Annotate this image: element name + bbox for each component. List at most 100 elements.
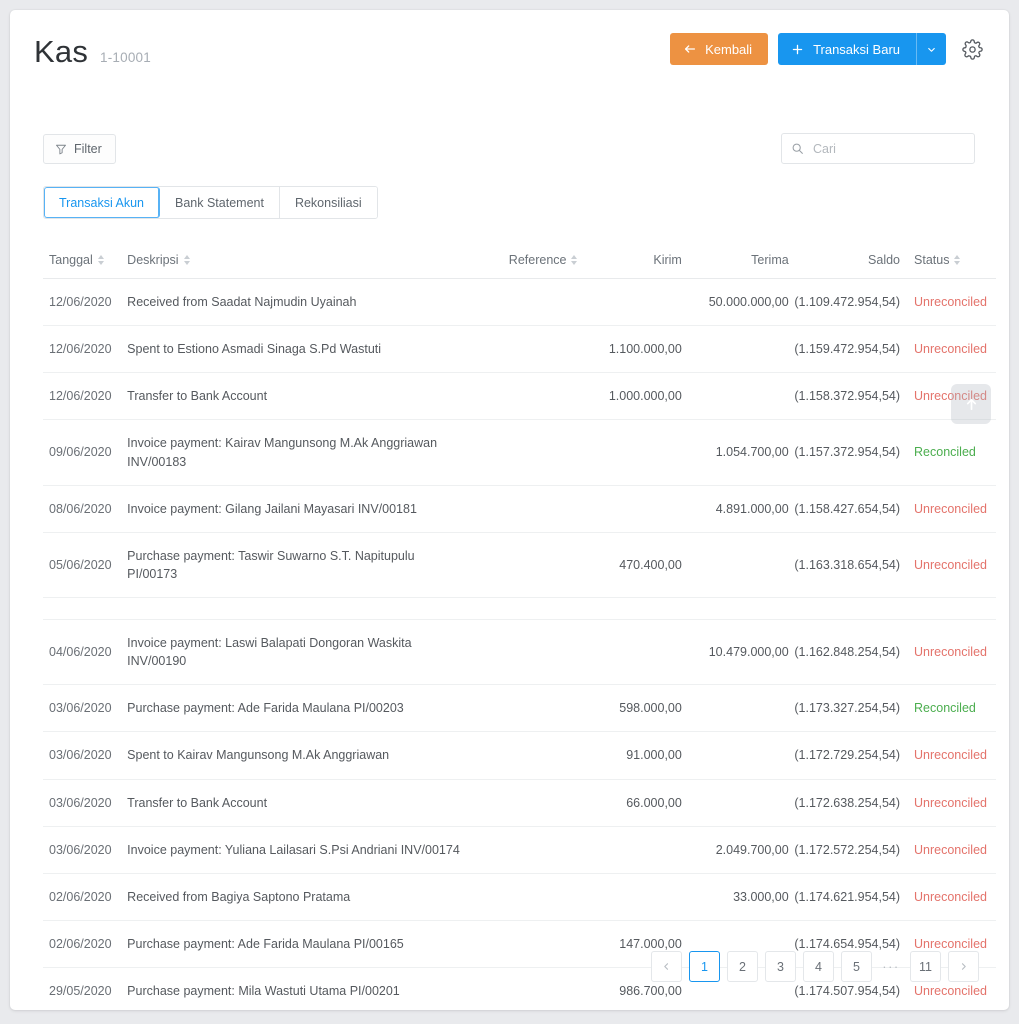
cell-terima bbox=[681, 532, 789, 599]
pagination-page-3[interactable]: 3 bbox=[765, 951, 796, 982]
status-badge: Reconciled bbox=[914, 445, 976, 460]
cell-status: Unreconciled bbox=[900, 532, 996, 599]
status-badge: Unreconciled bbox=[914, 501, 987, 516]
cell-saldo: (1.172.572.254,54) bbox=[788, 826, 901, 874]
new-transaction-button[interactable]: Transaksi Baru bbox=[778, 33, 916, 65]
column-header-kirim[interactable]: Kirim bbox=[577, 243, 682, 279]
table-row[interactable]: 05/06/2020 Purchase payment: Taswir Suwar… bbox=[43, 532, 996, 599]
pagination-page-1[interactable]: 1 bbox=[689, 951, 720, 982]
back-button-label: Kembali bbox=[705, 41, 753, 57]
pagination-page-last[interactable]: 11 bbox=[910, 951, 941, 982]
pagination-next-button[interactable] bbox=[948, 951, 979, 982]
cell-reference bbox=[476, 826, 578, 874]
table-row[interactable]: 03/06/2020 Transfer to Bank Account 66.000… bbox=[43, 779, 996, 827]
sort-icon[interactable] bbox=[183, 255, 190, 265]
table-row-spacer bbox=[43, 597, 996, 620]
table-row[interactable]: 04/06/2020 Invoice payment: Laswi Balapat… bbox=[43, 619, 996, 686]
pagination-page-5[interactable]: 5 bbox=[841, 951, 872, 982]
cell-status: Unreconciled bbox=[900, 278, 996, 327]
pagination-page-4[interactable]: 4 bbox=[803, 951, 834, 982]
table-row[interactable]: 12/06/2020 Transfer to Bank Account 1.000.… bbox=[43, 372, 996, 421]
cell-status: Reconciled bbox=[900, 419, 996, 486]
tab-transaksi-akun[interactable]: Transaksi Akun bbox=[44, 187, 160, 218]
cell-deskripsi: Purchase payment: Ade Farida Maulana PI/… bbox=[127, 684, 477, 733]
cell-reference bbox=[476, 372, 578, 421]
table-row[interactable]: 03/06/2020 Invoice payment: Yuliana Laila… bbox=[43, 826, 996, 874]
cell-reference bbox=[476, 684, 578, 733]
cell-reference bbox=[476, 419, 578, 486]
tab-bank-statement[interactable]: Bank Statement bbox=[160, 187, 280, 218]
cell-reference bbox=[476, 278, 578, 327]
cell-terima: 4.891.000,00 bbox=[681, 485, 789, 533]
table-row[interactable]: 02/06/2020 Received from Bagiya Saptono P… bbox=[43, 873, 996, 921]
cell-kirim bbox=[577, 419, 682, 486]
new-transaction-dropdown-button[interactable] bbox=[916, 33, 946, 65]
cell-reference bbox=[476, 485, 578, 533]
content-card: Kas 1-10001 Kembali Transaksi Baru Filte… bbox=[10, 10, 1009, 1010]
column-header-terima[interactable]: Terima bbox=[681, 243, 789, 279]
table-row[interactable]: 03/06/2020 Purchase payment: Ade Farida M… bbox=[43, 684, 996, 733]
table-row[interactable]: 12/06/2020 Spent to Estiono Asmadi Sinaga… bbox=[43, 325, 996, 374]
status-badge: Reconciled bbox=[914, 701, 976, 716]
table-row[interactable]: 03/06/2020 Spent to Kairav Mangunsong M.A… bbox=[43, 731, 996, 780]
column-header-reference[interactable]: Reference bbox=[476, 243, 578, 279]
status-badge: Unreconciled bbox=[914, 645, 987, 660]
table-row[interactable]: 08/06/2020 Invoice payment: Gilang Jailan… bbox=[43, 485, 996, 533]
cell-deskripsi: Invoice payment: Laswi Balapati Dongoran… bbox=[127, 619, 477, 686]
cell-deskripsi: Transfer to Bank Account bbox=[127, 372, 477, 421]
cell-deskripsi: Spent to Kairav Mangunsong M.Ak Anggriaw… bbox=[127, 731, 477, 780]
cell-status: Unreconciled bbox=[900, 779, 996, 827]
column-header-saldo[interactable]: Saldo bbox=[788, 243, 901, 279]
tab-rekonsiliasi[interactable]: Rekonsiliasi bbox=[279, 187, 377, 218]
pagination-prev-button[interactable] bbox=[651, 951, 682, 982]
filter-button[interactable]: Filter bbox=[43, 134, 116, 164]
cell-deskripsi: Invoice payment: Gilang Jailani Mayasari… bbox=[127, 485, 477, 533]
status-badge: Unreconciled bbox=[914, 936, 987, 951]
search-box[interactable] bbox=[781, 133, 975, 164]
status-badge: Unreconciled bbox=[914, 342, 987, 357]
cell-kirim: 470.400,00 bbox=[577, 532, 682, 599]
column-header-status[interactable]: Status bbox=[900, 243, 996, 279]
title-group: Kas 1-10001 bbox=[34, 36, 151, 67]
cell-terima: 2.049.700,00 bbox=[681, 826, 789, 874]
transactions-table-wrapper: Tanggal Deskripsi Reference Kirim Terima… bbox=[43, 243, 996, 1010]
sort-icon[interactable] bbox=[954, 255, 961, 265]
table-body: 12/06/2020 Received from Saadat Najmudin … bbox=[43, 278, 996, 1010]
tab-bar: Transaksi Akun Bank Statement Rekonsilia… bbox=[43, 186, 378, 219]
scroll-to-top-button[interactable] bbox=[951, 384, 991, 424]
cell-saldo: (1.172.638.254,54) bbox=[788, 779, 901, 827]
cell-terima bbox=[681, 779, 789, 827]
column-header-deskripsi[interactable]: Deskripsi bbox=[127, 243, 477, 279]
settings-button[interactable] bbox=[959, 36, 985, 62]
cell-status: Unreconciled bbox=[900, 873, 996, 921]
sort-icon[interactable] bbox=[97, 255, 104, 265]
back-button[interactable]: Kembali bbox=[670, 33, 769, 65]
pagination: 1 2 3 4 5 ··· 11 bbox=[651, 951, 979, 982]
cell-status: Reconciled bbox=[900, 684, 996, 733]
cell-tanggal: 09/06/2020 bbox=[43, 419, 128, 486]
column-label: Tanggal bbox=[49, 253, 93, 267]
column-header-tanggal[interactable]: Tanggal bbox=[43, 243, 128, 279]
toolbar: Filter bbox=[10, 88, 1009, 164]
cell-saldo: (1.157.372.954,54) bbox=[788, 419, 901, 486]
cell-saldo: (1.174.621.954,54) bbox=[788, 873, 901, 921]
column-label: Saldo bbox=[868, 253, 901, 267]
table-row[interactable]: 09/06/2020 Invoice payment: Kairav Mangun… bbox=[43, 419, 996, 486]
plus-icon bbox=[791, 43, 804, 56]
pagination-page-2[interactable]: 2 bbox=[727, 951, 758, 982]
search-icon bbox=[791, 142, 804, 155]
cell-saldo: (1.163.318.654,54) bbox=[788, 532, 901, 599]
status-badge: Unreconciled bbox=[914, 842, 987, 857]
cell-reference bbox=[476, 532, 578, 599]
status-badge: Unreconciled bbox=[914, 748, 987, 763]
account-code: 1-10001 bbox=[100, 50, 151, 65]
cell-reference bbox=[476, 920, 578, 969]
cell-saldo: (1.159.472.954,54) bbox=[788, 325, 901, 374]
cell-status: Unreconciled bbox=[900, 826, 996, 874]
cell-reference bbox=[476, 731, 578, 780]
chevron-down-icon bbox=[926, 44, 937, 55]
table-row[interactable]: 12/06/2020 Received from Saadat Najmudin … bbox=[43, 278, 996, 327]
cell-tanggal: 05/06/2020 bbox=[43, 532, 128, 599]
search-input[interactable] bbox=[811, 140, 965, 157]
funnel-icon bbox=[55, 143, 67, 155]
